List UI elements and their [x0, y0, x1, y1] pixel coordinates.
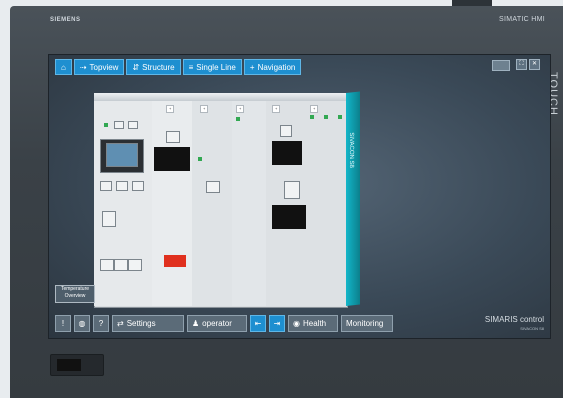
meter-device	[102, 211, 116, 227]
breaker	[206, 181, 220, 193]
tab-structure-label: Structure	[142, 62, 175, 72]
usb-port	[50, 354, 104, 376]
hmi-screen: ⌂ ⇢ Topview ⇵ Structure ≡ Single Line + Navi…	[48, 54, 551, 339]
breaker	[100, 259, 114, 271]
cabinet-section-4[interactable]: +	[232, 101, 267, 306]
topview-icon: ⇢	[79, 62, 87, 72]
cabinet-top	[94, 93, 346, 101]
structure-icon: ⇵	[132, 62, 140, 72]
single-line-icon: ≡	[188, 62, 194, 72]
tab-topview[interactable]: ⇢ Topview	[73, 59, 125, 75]
section-tag: +	[272, 105, 281, 113]
meter-device	[166, 131, 180, 143]
keyboard-icon[interactable]	[492, 60, 510, 71]
meter-readout	[272, 141, 302, 165]
status-led	[338, 115, 342, 119]
alarm-indicator[interactable]	[164, 255, 186, 267]
status-led	[236, 117, 240, 121]
cabinet-section-1[interactable]	[94, 101, 153, 306]
health-button[interactable]: ◉ Health	[288, 315, 338, 332]
language-button[interactable]: ◍	[74, 315, 90, 332]
breaker	[132, 181, 144, 191]
settings-icon: ⇄	[117, 319, 124, 328]
brand-logo: SIEMENS	[50, 17, 81, 23]
plus-icon: +	[249, 62, 255, 72]
settings-button[interactable]: ⇄ Settings	[112, 315, 184, 332]
section-tag: +	[166, 105, 175, 113]
product-sub: SIVACON S8	[520, 326, 544, 331]
breaker	[128, 259, 142, 271]
cabinet-section-2[interactable]: +	[152, 101, 193, 306]
cabinet-section-5[interactable]: + +	[266, 101, 346, 306]
arrow-right-icon: ⇥	[273, 319, 281, 328]
top-navigation: ⌂ ⇢ Topview ⇵ Structure ≡ Single Line + Navi…	[55, 59, 302, 75]
meter-readout	[272, 205, 306, 229]
bottom-toolbar: ! ◍ ? ⇄ Settings ♟ operator ⇤ ⇥ ◉ Health Mo…	[55, 315, 393, 332]
tab-navigation-label: Navigation	[257, 62, 296, 72]
tab-single-line[interactable]: ≡ Single Line	[182, 59, 242, 75]
meter-device	[284, 181, 300, 199]
temperature-overview-button[interactable]: Temperature Overview	[55, 285, 95, 303]
close-icon[interactable]: ✕	[529, 59, 540, 70]
next-button[interactable]: ⇥	[269, 315, 285, 332]
meter-device	[280, 125, 292, 137]
tab-single-line-label: Single Line	[196, 62, 236, 72]
tab-topview-label: Topview	[89, 62, 119, 72]
globe-icon: ◍	[78, 319, 86, 328]
settings-label: Settings	[126, 319, 156, 328]
breaker	[114, 259, 128, 271]
user-label: operator	[202, 319, 232, 328]
section-tag: +	[236, 105, 245, 113]
cabinet-side-label: SIVACON S8	[348, 132, 354, 169]
tab-navigation[interactable]: + Navigation	[243, 59, 302, 75]
section-tag: +	[310, 105, 319, 113]
breaker	[100, 181, 112, 191]
breaker	[116, 181, 128, 191]
product-branding: SIMARIS control SIVACON S8	[485, 315, 544, 333]
alarm-button[interactable]: !	[55, 315, 71, 332]
health-label: Health	[302, 319, 327, 328]
hmi-display-screen	[106, 143, 138, 167]
user-icon: ♟	[192, 319, 200, 328]
previous-button[interactable]: ⇤	[250, 315, 266, 332]
window-controls: ⛶ ✕	[516, 59, 540, 70]
breaker	[128, 121, 138, 129]
cabinet-section-3[interactable]: +	[192, 101, 233, 306]
tab-structure[interactable]: ⇵ Structure	[126, 59, 181, 75]
status-led	[324, 115, 328, 119]
home-icon: ⌂	[61, 62, 66, 72]
breaker	[114, 121, 124, 129]
cabinet-side: SIVACON S8	[346, 91, 360, 307]
health-icon: ◉	[293, 319, 300, 328]
help-button[interactable]: ?	[93, 315, 109, 332]
product-name: SIMARIS control	[484, 315, 544, 324]
status-led	[198, 157, 202, 161]
section-tag: +	[200, 105, 209, 113]
arrow-left-icon: ⇤	[254, 319, 262, 328]
switchgear-cabinet[interactable]: + + + + + SIVACON S8	[94, 91, 360, 308]
home-button[interactable]: ⌂	[55, 59, 72, 75]
status-led	[104, 123, 108, 127]
monitoring-button[interactable]: Monitoring	[341, 315, 393, 332]
fullscreen-icon[interactable]: ⛶	[516, 59, 527, 70]
model-label: SIMATIC HMI	[499, 16, 545, 23]
meter-readout	[154, 147, 190, 171]
status-led	[310, 115, 314, 119]
user-button[interactable]: ♟ operator	[187, 315, 247, 332]
